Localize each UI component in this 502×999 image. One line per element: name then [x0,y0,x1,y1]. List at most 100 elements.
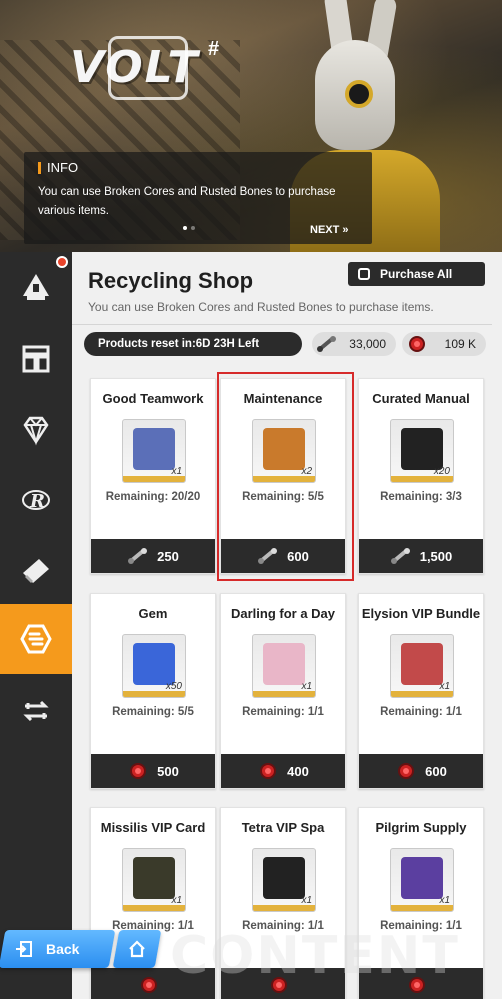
item-name: Gem [138,606,168,621]
item-remaining: Remaining: 1/1 [380,706,462,718]
item-name: Darling for a Day [230,606,336,621]
item-art [133,643,175,685]
shop-item-card[interactable]: Gem x50 Remaining: 5/5 500 [90,593,216,789]
sidebar-item-recycling[interactable] [0,604,80,674]
item-image: x20 [390,419,454,483]
item-art [263,428,305,470]
shop-item-card[interactable]: Curated Manual x20 Remaining: 3/3 1,500 [358,378,484,574]
info-text: You can use Broken Cores and Rusted Bone… [38,186,336,217]
ticket-icon [23,559,49,583]
sidebar-item-shop-layout[interactable] [0,324,72,394]
item-art [133,857,175,899]
broken-core-icon [260,763,277,779]
divider [72,324,492,325]
item-art [263,643,305,685]
sidebar-item-tickets[interactable] [0,535,72,605]
item-art [133,428,175,470]
broken-core-icon [409,336,425,352]
reset-label: Products reset in: [98,338,196,350]
sidebar-item-gems[interactable] [0,395,72,465]
shop-item-card[interactable]: Darling for a Day x1 Remaining: 1/1 400 [220,593,346,789]
item-remaining: Remaining: 1/1 [242,706,324,718]
item-price: 500 [157,763,179,779]
exit-door-icon [16,941,32,957]
event-banner[interactable]: VOLT # INFO You can use Broken Cores and… [0,0,502,252]
purchase-all-checkbox[interactable] [358,268,370,280]
shop-layout-icon [22,345,50,373]
reset-value: 6D 23H Left [195,338,260,350]
content-watermark: CONTENT [170,926,460,986]
item-quantity: x2 [301,466,312,477]
next-button[interactable]: NEXT » [310,224,349,236]
item-price-button[interactable]: 600 [359,754,483,788]
item-name: Missilis VIP Card [100,820,206,835]
item-quantity: x1 [171,895,182,906]
broken-core-icon [141,977,157,993]
item-remaining: Remaining: 5/5 [112,706,194,718]
recycling-icon [20,624,52,654]
home-button[interactable] [112,930,162,968]
item-image: x50 [122,634,186,698]
item-remaining: Remaining: 5/5 [242,491,324,503]
item-art [401,643,443,685]
pager-dot [191,226,195,230]
item-price: 250 [157,548,179,564]
info-title: INFO [47,160,79,175]
cores-amount: 109 K [444,337,476,351]
cores-currency: 109 K [402,332,486,356]
bones-amount: 33,000 [349,337,386,351]
shop-item-card[interactable]: Elysion VIP Bundle x1 Remaining: 1/1 600 [358,593,484,789]
item-quantity: x20 [433,466,450,477]
item-quantity: x1 [439,895,450,906]
pager-dot-active [183,226,187,230]
item-remaining: Remaining: 3/3 [380,491,462,503]
item-image: x1 [390,848,454,912]
item-art [263,857,305,899]
item-name: Tetra VIP Spa [241,820,325,835]
item-image: x1 [390,634,454,698]
item-image: x1 [252,848,316,912]
sidebar-item-r-shop[interactable]: R [0,465,72,535]
sidebar-item-exchange[interactable] [0,676,72,746]
item-quantity: x50 [165,681,182,692]
item-name: Good Teamwork [102,391,204,406]
rusted-bone-icon [390,548,410,564]
sidebar: R [0,252,80,999]
back-button[interactable]: Back [14,930,114,968]
item-name: Pilgrim Supply [375,820,467,835]
broken-core-icon [398,763,415,779]
shop-item-card[interactable]: Good Teamwork x1 Remaining: 20/20 250 [90,378,216,574]
item-price-button[interactable]: 250 [91,539,215,573]
item-price-button[interactable]: 600 [221,539,345,573]
notification-dot [56,256,68,268]
broken-core-icon [130,763,147,779]
item-price: 1,500 [419,548,453,564]
rusted-bone-icon [128,548,148,564]
purchase-all-label: Purchase All [380,267,453,281]
purchase-all-button[interactable]: Purchase All [348,262,485,286]
item-name: Curated Manual [372,391,470,406]
page-title: Recycling Shop [88,268,254,293]
item-price-button[interactable]: 400 [221,754,345,788]
diamond-icon [23,416,49,446]
bones-currency: 33,000 [312,332,396,356]
item-price-button[interactable]: 500 [91,754,215,788]
item-quantity: x1 [171,466,182,477]
shop-item-card[interactable]: Maintenance x2 Remaining: 5/5 600 [220,378,346,574]
item-price: 600 [425,763,447,779]
exchange-arrows-icon [23,700,49,722]
shop-subtitle: You can use Broken Cores and Rusted Bone… [88,300,434,314]
item-image: x1 [122,419,186,483]
tower-icon [23,274,49,300]
banner-pager [183,226,195,230]
item-art [401,428,443,470]
item-name: Elysion VIP Bundle [361,606,481,621]
item-quantity: x1 [301,895,312,906]
item-quantity: x1 [439,681,450,692]
item-remaining: Remaining: 20/20 [105,491,201,503]
item-quantity: x1 [301,681,312,692]
rusted-bone-icon [317,336,336,352]
sidebar-item-tower[interactable] [0,252,72,322]
item-image: x2 [252,419,316,483]
item-price-button[interactable]: 1,500 [359,539,483,573]
